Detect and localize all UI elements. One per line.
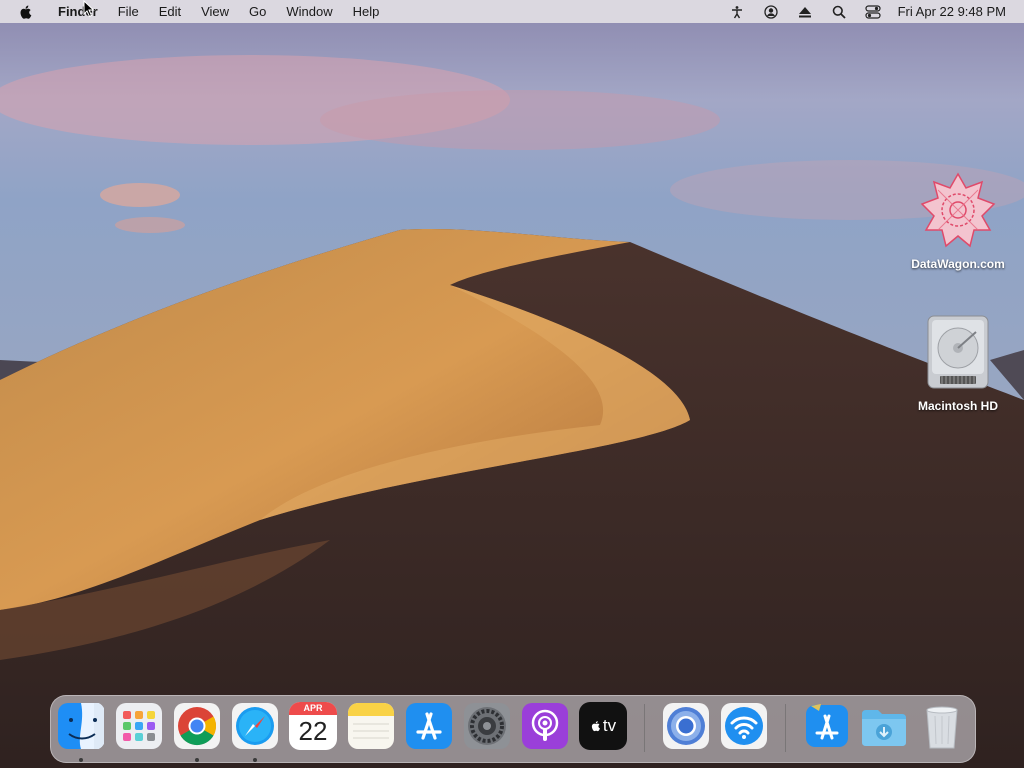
wifi-utility-icon[interactable] [720, 702, 768, 750]
finder-icon[interactable] [57, 702, 105, 750]
menu-bar: Finder File Edit View Go Window Help Fri… [0, 0, 1024, 23]
apple-menu-icon[interactable] [18, 4, 34, 20]
apple-tv-label: tv [602, 716, 617, 735]
dock-running-indicator [195, 758, 199, 762]
menu-edit[interactable]: Edit [159, 4, 181, 19]
user-account-icon[interactable] [763, 4, 779, 20]
desktop-icon-macintosh-hd[interactable]: Macintosh HD [903, 312, 1013, 413]
notes-icon[interactable] [347, 702, 395, 750]
datawagon-logo-icon [920, 172, 996, 248]
menu-file[interactable]: File [118, 4, 139, 19]
apple-logo-icon [591, 721, 600, 732]
mouse-cursor-icon [83, 0, 95, 18]
menu-go[interactable]: Go [249, 4, 266, 19]
desktop-icon-label: Macintosh HD [917, 399, 998, 413]
apple-tv-icon[interactable]: tv [579, 702, 627, 750]
accessibility-icon[interactable] [729, 4, 745, 20]
app-store-icon[interactable] [405, 702, 453, 750]
desktop-icon-label: DataWagon.com [911, 257, 1005, 271]
calendar-icon[interactable]: APR 22 [289, 702, 337, 750]
chrome-icon[interactable] [173, 702, 221, 750]
dock-running-indicator [79, 758, 83, 762]
desktop-wallpaper [0, 0, 1024, 768]
menu-window[interactable]: Window [286, 4, 332, 19]
app-store-installer-icon[interactable] [803, 702, 851, 750]
trash-icon[interactable] [918, 702, 966, 750]
spotlight-search-icon[interactable] [831, 4, 847, 20]
eject-icon[interactable] [797, 4, 813, 20]
launchpad-icon[interactable] [115, 702, 163, 750]
calendar-month: APR [289, 702, 337, 715]
status-area: Fri Apr 22 9:48 PM [720, 0, 1024, 23]
menubar-clock[interactable]: Fri Apr 22 9:48 PM [898, 4, 1006, 19]
system-preferences-icon[interactable] [463, 702, 511, 750]
calendar-day: 22 [298, 716, 328, 746]
podcasts-icon[interactable] [521, 702, 569, 750]
dock-separator [644, 704, 645, 752]
downloads-folder-icon[interactable] [860, 702, 908, 750]
dock-separator [785, 704, 786, 752]
chromium-icon[interactable] [662, 702, 710, 750]
desktop-icon-datawagon[interactable]: DataWagon.com [903, 170, 1013, 271]
safari-icon[interactable] [231, 702, 279, 750]
control-center-icon[interactable] [865, 4, 881, 20]
hard-drive-icon [927, 315, 989, 389]
menu-help[interactable]: Help [353, 4, 380, 19]
dock-running-indicator [253, 758, 257, 762]
menu-view[interactable]: View [201, 4, 229, 19]
